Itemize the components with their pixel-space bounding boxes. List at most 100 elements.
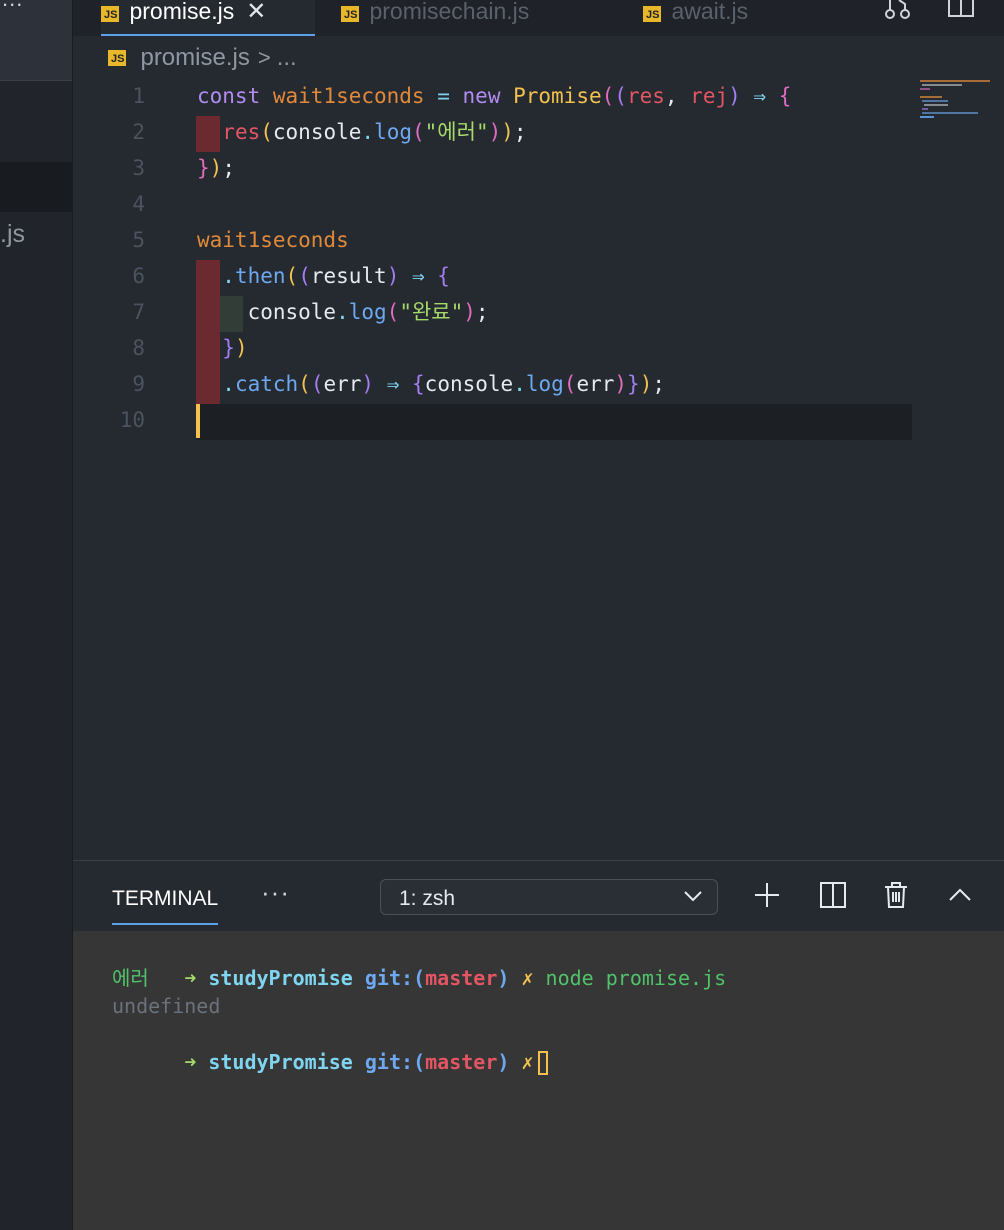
code-line[interactable]: 8 }) bbox=[73, 330, 913, 366]
code-token: } bbox=[222, 336, 235, 360]
terminal-select[interactable]: 1: zsh bbox=[380, 879, 718, 915]
code-token: ( bbox=[298, 264, 311, 288]
line-number: 3 bbox=[132, 156, 145, 180]
code-token: rej bbox=[690, 84, 729, 108]
breadcrumb-more[interactable]: ... bbox=[277, 44, 297, 72]
code-token: log bbox=[525, 372, 564, 396]
active-panel-indicator bbox=[112, 923, 218, 925]
code-token: then bbox=[234, 264, 286, 288]
trash-icon[interactable] bbox=[883, 881, 909, 909]
sidebar-selected-item[interactable] bbox=[0, 162, 72, 212]
line-number: 9 bbox=[132, 372, 145, 396]
code-token: ⇒ bbox=[374, 372, 413, 396]
code-line[interactable]: 6 .then((result) ⇒ { bbox=[73, 258, 913, 294]
code-token: ) bbox=[463, 300, 476, 324]
text-cursor bbox=[196, 404, 200, 438]
code-token: wait1seconds bbox=[272, 84, 438, 108]
maximize-panel-icon[interactable] bbox=[947, 881, 973, 909]
terminal-panel: TERMINAL ··· 1: zsh ➜ studyPromise git:(… bbox=[73, 860, 1004, 1230]
code-line[interactable]: 3}); bbox=[73, 150, 913, 186]
code-editor[interactable]: 1 const wait1seconds = new Promise((res, … bbox=[73, 78, 1004, 860]
code-token: Promise bbox=[513, 84, 602, 108]
code-token: ) bbox=[209, 156, 223, 180]
code-token: ; bbox=[222, 156, 235, 180]
split-editor-icon[interactable] bbox=[947, 0, 975, 18]
prompt-arrow: ➜ bbox=[184, 966, 197, 990]
code-token: { bbox=[437, 264, 450, 288]
code-token: err bbox=[323, 372, 362, 396]
terminal-command: node promise.js bbox=[545, 966, 727, 990]
tab-promise-js[interactable]: JS promise.js ✕ bbox=[101, 0, 315, 36]
split-terminal-icon[interactable] bbox=[819, 881, 847, 909]
close-icon[interactable]: ✕ bbox=[246, 0, 266, 24]
code-line[interactable]: 7 console.log("완료"); bbox=[73, 294, 913, 330]
code-token: ( bbox=[298, 372, 311, 396]
code-token: { bbox=[412, 372, 425, 396]
panel-header: TERMINAL ··· 1: zsh bbox=[73, 860, 1004, 931]
prompt-paren: ) bbox=[497, 1050, 510, 1074]
prompt-dir: studyPromise bbox=[208, 1050, 353, 1074]
code-token: "완료" bbox=[399, 300, 464, 324]
code-token: . bbox=[336, 300, 349, 324]
code-text: }); bbox=[197, 150, 235, 186]
code-token: ⇒ bbox=[399, 264, 438, 288]
prompt-paren: ) bbox=[497, 966, 510, 990]
code-token: ( bbox=[310, 372, 324, 396]
code-token: "에러" bbox=[424, 120, 489, 144]
code-token: ) bbox=[234, 336, 248, 360]
code-token: ) bbox=[501, 120, 514, 144]
code-token: wait1seconds bbox=[197, 228, 349, 252]
code-line[interactable]: 4 bbox=[73, 186, 913, 222]
code-token: ) bbox=[728, 84, 741, 108]
code-text: .catch((err) ⇒ {console.log(err)}); bbox=[197, 366, 665, 402]
line-number: 1 bbox=[132, 84, 145, 108]
code-token: res bbox=[222, 120, 261, 144]
code-token: ) bbox=[639, 372, 653, 396]
breadcrumb-file[interactable]: promise.js bbox=[140, 44, 249, 72]
terminal-output-line: undefined bbox=[112, 994, 221, 1018]
code-token: ( bbox=[412, 120, 425, 144]
sidebar-more-button[interactable]: ... bbox=[2, 0, 23, 12]
new-terminal-icon[interactable] bbox=[753, 881, 781, 909]
code-token: ; bbox=[513, 120, 527, 144]
code-token: ( bbox=[386, 300, 400, 324]
terminal-output[interactable]: ➜ studyPromise git:(master) ✗ node promi… bbox=[112, 936, 727, 1075]
code-token: catch bbox=[234, 372, 299, 396]
code-text: res(console.log("에러")); bbox=[197, 114, 527, 150]
code-token: result bbox=[310, 264, 387, 288]
active-tab-indicator bbox=[101, 34, 315, 36]
panel-more-button[interactable]: ··· bbox=[261, 877, 290, 908]
code-text: }) bbox=[197, 330, 248, 366]
explorer-sidebar: ... .js bbox=[0, 0, 73, 1230]
code-line[interactable]: 2 res(console.log("에러")); bbox=[73, 114, 913, 150]
tab-await-js[interactable]: JS await.js bbox=[643, 0, 748, 36]
prompt-dirty-mark: ✗ bbox=[521, 966, 534, 990]
tab-promisechain-js[interactable]: JS promisechain.js bbox=[341, 0, 529, 36]
sidebar-file-item[interactable]: .js bbox=[0, 220, 25, 249]
code-token: { bbox=[778, 84, 792, 108]
code-token: const bbox=[197, 84, 273, 108]
code-token: ; bbox=[652, 372, 665, 396]
line-number: 10 bbox=[119, 408, 145, 432]
js-file-icon: JS bbox=[108, 50, 127, 66]
code-token: ( bbox=[563, 372, 577, 396]
code-line[interactable]: 5 wait1seconds bbox=[73, 222, 913, 258]
code-token: ) bbox=[361, 372, 375, 396]
terminal-line: ➜ studyPromise git:(master) ✗ bbox=[112, 1020, 726, 1075]
code-token: console bbox=[272, 120, 362, 144]
line-number: 5 bbox=[132, 228, 145, 252]
tab-terminal[interactable]: TERMINAL bbox=[112, 887, 218, 911]
open-changes-icon[interactable] bbox=[883, 0, 913, 22]
code-text: console.log("완료"); bbox=[197, 294, 489, 330]
prompt-dirty-mark: ✗ bbox=[521, 1050, 534, 1074]
code-token: new bbox=[462, 84, 514, 108]
code-line[interactable]: 1 const wait1seconds = new Promise((res, … bbox=[73, 78, 913, 114]
js-file-icon: JS bbox=[643, 6, 662, 22]
line-number: 4 bbox=[132, 192, 145, 216]
code-line[interactable]: 9 .catch((err) ⇒ {console.log(err)}); bbox=[73, 366, 913, 402]
js-file-icon: JS bbox=[101, 6, 120, 22]
code-token: ) bbox=[488, 120, 502, 144]
minimap[interactable] bbox=[920, 80, 1004, 120]
tab-label: promise.js bbox=[129, 0, 235, 24]
